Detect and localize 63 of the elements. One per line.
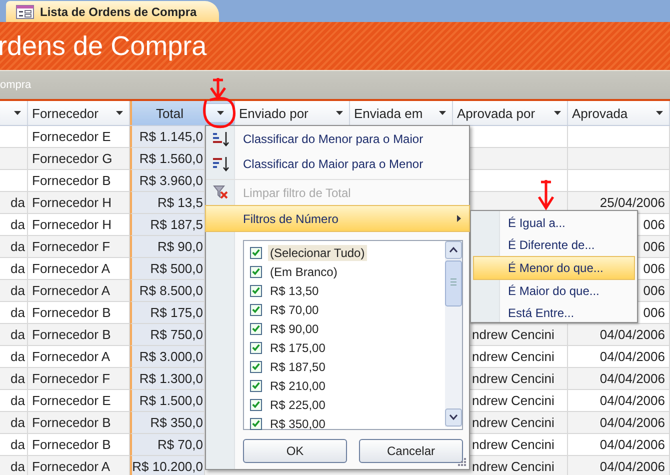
caret-icon (116, 111, 123, 115)
table-cell: R$ 350,0 (130, 412, 205, 434)
menu-item[interactable]: Classificar do Maior para o Menor (206, 151, 469, 176)
annotation-arrow (538, 178, 554, 210)
menu-item[interactable]: É Menor do que... (473, 256, 635, 280)
table-cell: R$ 3.000,0 (130, 346, 205, 368)
sort-ascending-icon (212, 130, 230, 146)
checkbox-label[interactable]: R$ 13,50 (268, 282, 321, 298)
checkbox-label[interactable]: R$ 225,00 (268, 396, 328, 412)
checkbox-label[interactable]: R$ 90,00 (268, 320, 321, 336)
scrollbar[interactable] (445, 241, 462, 427)
subheader-text: ompra (0, 79, 32, 91)
table-cell: R$ 3.960,0 (130, 170, 205, 192)
checkbox-label[interactable]: R$ 187,50 (268, 358, 328, 374)
checkbox[interactable] (250, 360, 262, 372)
annotation-arrow (210, 76, 226, 100)
checkbox[interactable] (250, 342, 262, 354)
table-cell: R$ 1.500,0 (130, 390, 205, 412)
caret-icon (336, 111, 343, 115)
table-cell: R$ 13,5 (130, 192, 205, 214)
table-cell: R$ 70,0 (130, 434, 205, 456)
caret-icon (216, 111, 224, 115)
checkbox[interactable] (250, 246, 262, 258)
table-cell: 04/04/2006 (568, 456, 670, 475)
table-cell: R$ 750,0 (130, 324, 205, 346)
cancel-button[interactable]: Cancelar (359, 439, 463, 463)
caret-icon (14, 111, 21, 115)
menu-item[interactable]: Classificar do Menor para o Maior (206, 126, 469, 151)
sort-descending-icon (212, 156, 230, 172)
checkbox-label[interactable]: R$ 175,00 (268, 340, 328, 356)
checkbox-label[interactable]: (Em Branco) (268, 264, 340, 280)
caret-icon (656, 111, 663, 115)
checkbox-label[interactable]: R$ 350,00 (268, 416, 328, 432)
table-cell: R$ 10.200,0 (130, 456, 205, 475)
table-cell: R$ 8.500,0 (130, 280, 205, 302)
table-cell: R$ 1.560,0 (130, 148, 205, 170)
resize-grip-icon[interactable] (458, 458, 466, 466)
clear-filter-icon (213, 185, 229, 200)
table-cell: R$ 1.145,0 (130, 126, 205, 148)
menu-item[interactable]: Filtros de Número (205, 205, 470, 232)
checkbox[interactable] (250, 284, 262, 296)
form-icon (16, 4, 34, 18)
checkbox[interactable] (250, 304, 262, 316)
table-cell: R$ 1.300,0 (130, 368, 205, 390)
checkbox-label[interactable]: R$ 210,00 (268, 378, 328, 394)
ok-button[interactable]: OK (243, 439, 347, 463)
caret-icon (554, 111, 561, 115)
table-cell: R$ 90,0 (130, 236, 205, 258)
form-title: rdens de Compra (0, 30, 207, 62)
table-cell: R$ 500,0 (130, 258, 205, 280)
checkbox[interactable] (250, 322, 262, 334)
checkbox[interactable] (250, 380, 262, 392)
table-cell: R$ 187,5 (130, 214, 205, 236)
checkbox[interactable] (250, 266, 262, 278)
table-cell: da (0, 456, 28, 475)
document-tab[interactable]: Lista de Ordens de Compra (6, 1, 219, 22)
checkbox[interactable] (250, 398, 262, 410)
checkbox-label[interactable]: R$ 70,00 (268, 302, 321, 318)
submenu-arrow-icon (457, 215, 461, 222)
checkbox[interactable] (250, 418, 262, 430)
table-cell: R$ 175,0 (130, 302, 205, 324)
checkbox-label[interactable]: (Selecionar Tudo) (268, 244, 367, 260)
caret-icon (439, 111, 446, 115)
